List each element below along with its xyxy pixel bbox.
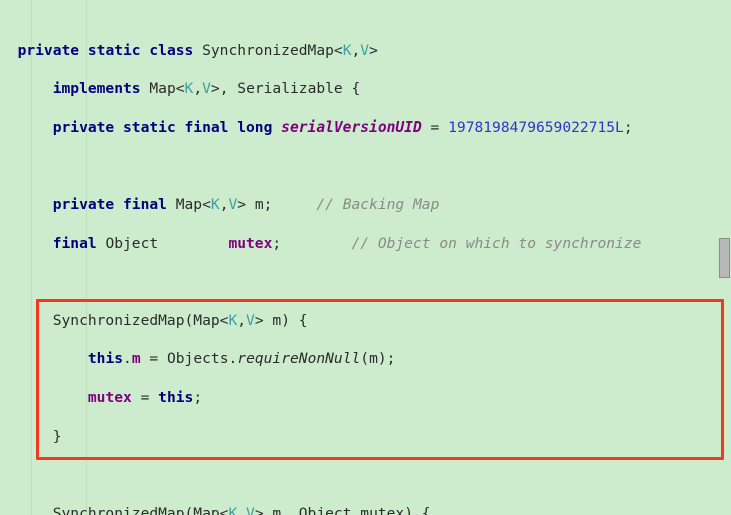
- code-editor-viewport: private static class SynchronizedMap<K,V…: [0, 0, 731, 515]
- vertical-scrollbar-thumb[interactable]: [719, 238, 730, 278]
- code-surface[interactable]: private static class SynchronizedMap<K,V…: [0, 0, 731, 515]
- code-line[interactable]: SynchronizedMap(Map<K,V> m) {: [0, 311, 731, 330]
- code-line[interactable]: }: [0, 427, 731, 446]
- code-line[interactable]: private final Map<K,V> m; // Backing Map: [0, 195, 731, 214]
- code-text-block[interactable]: private static class SynchronizedMap<K,V…: [0, 0, 731, 515]
- code-line[interactable]: final Object mutex; // Object on which t…: [0, 234, 731, 253]
- code-line[interactable]: implements Map<K,V>, Serializable {: [0, 79, 731, 98]
- code-line[interactable]: private static class SynchronizedMap<K,V…: [0, 41, 731, 60]
- code-line[interactable]: this.m = Objects.requireNonNull(m);: [0, 349, 731, 368]
- vertical-scrollbar-track[interactable]: [718, 0, 731, 515]
- code-line[interactable]: mutex = this;: [0, 388, 731, 407]
- code-line[interactable]: SynchronizedMap(Map<K,V> m, Object mutex…: [0, 504, 731, 515]
- code-line[interactable]: private static final long serialVersionU…: [0, 118, 731, 137]
